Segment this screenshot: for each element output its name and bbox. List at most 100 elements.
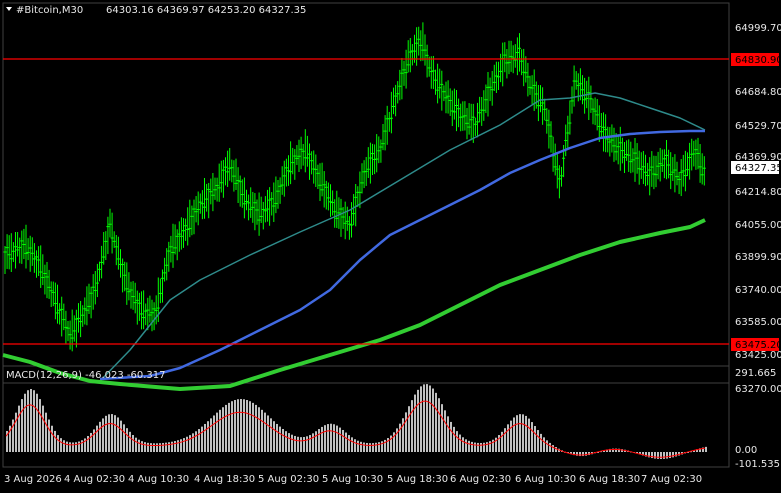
macd-bar xyxy=(153,443,155,452)
macd-bar xyxy=(405,412,407,452)
ohlc-values: 64303.16 64369.97 64253.20 64327.35 xyxy=(106,5,306,16)
macd-bar xyxy=(66,441,68,452)
macd-bar xyxy=(342,429,344,452)
time-tick: 5 Aug 18:30 xyxy=(387,474,448,485)
price-tick: 63425.00 xyxy=(735,350,781,361)
macd-bar xyxy=(264,412,266,452)
price-tick: 63270.00 xyxy=(735,384,781,395)
macd-bar xyxy=(366,442,368,452)
macd-bar xyxy=(24,393,26,452)
macd-bar xyxy=(225,404,227,452)
macd-bar xyxy=(327,424,329,452)
price-tick: 64055.00 xyxy=(735,220,781,231)
macd-bar xyxy=(63,440,65,452)
macd-bar xyxy=(456,431,458,452)
macd-bar xyxy=(525,415,527,452)
macd-bar xyxy=(540,433,542,452)
macd-bar xyxy=(438,398,440,452)
macd-bar xyxy=(105,415,107,452)
macd-bar xyxy=(144,442,146,452)
macd-bar xyxy=(291,434,293,452)
macd-bar xyxy=(471,441,473,452)
macd-bar xyxy=(411,400,413,452)
resistance-price-label: 64830.90 xyxy=(735,55,781,66)
macd-bar xyxy=(282,428,284,452)
macd-bar xyxy=(99,421,101,452)
macd-bar xyxy=(519,414,521,452)
macd-bar xyxy=(432,388,434,452)
macd-bar xyxy=(537,430,539,452)
macd-bar xyxy=(417,389,419,452)
macd-bar xyxy=(36,393,38,452)
macd-bar xyxy=(453,426,455,452)
macd-bar xyxy=(303,437,305,452)
macd-bar xyxy=(459,434,461,452)
macd-bar xyxy=(249,401,251,452)
macd-bar xyxy=(504,428,506,452)
macd-bar xyxy=(663,452,665,459)
macd-bar xyxy=(255,404,257,452)
macd-bar xyxy=(354,439,356,452)
macd-bar xyxy=(243,399,245,452)
macd-bar xyxy=(657,452,659,459)
macd-bar xyxy=(330,423,332,452)
macd-bar xyxy=(333,424,335,452)
time-tick: 4 Aug 02:30 xyxy=(64,474,125,485)
time-tick: 7 Aug 02:30 xyxy=(641,474,702,485)
macd-bar xyxy=(147,442,149,452)
macd-bar xyxy=(267,415,269,452)
macd-bar xyxy=(189,435,191,452)
chart-header[interactable]: #Bitcoin,M30 64303.16 64369.97 64253.20 … xyxy=(6,5,306,16)
macd-bar xyxy=(486,442,488,452)
macd-bar xyxy=(222,407,224,452)
macd-bar xyxy=(27,390,29,452)
macd-bar xyxy=(60,438,62,452)
macd-bar xyxy=(426,384,428,452)
macd-bar xyxy=(48,419,50,452)
macd-bar xyxy=(204,423,206,452)
macd-bar xyxy=(345,432,347,452)
macd-bar xyxy=(375,442,377,452)
macd-bar xyxy=(669,452,671,459)
macd-bar xyxy=(360,441,362,452)
macd-bar xyxy=(522,414,524,452)
macd-bar xyxy=(351,437,353,452)
macd-bar xyxy=(240,399,242,452)
macd-bar xyxy=(75,442,77,452)
macd-bar xyxy=(513,417,515,452)
macd-bar xyxy=(174,441,176,452)
macd-bar xyxy=(312,433,314,452)
macd-bar xyxy=(300,437,302,452)
price-tick: 63585.00 xyxy=(735,317,781,328)
macd-bar xyxy=(516,415,518,452)
macd-bar xyxy=(216,412,218,452)
trading-chart[interactable]: #Bitcoin,M30 64303.16 64369.97 64253.20 … xyxy=(0,0,781,489)
macd-bar xyxy=(666,452,668,459)
macd-bar xyxy=(18,405,20,452)
macd-bar xyxy=(135,437,137,452)
macd-bar xyxy=(705,446,707,452)
macd-bar xyxy=(369,443,371,452)
macd-bar xyxy=(528,418,530,452)
symbol-timeframe: #Bitcoin,M30 xyxy=(16,5,83,16)
macd-bar xyxy=(315,431,317,452)
macd-bar xyxy=(654,452,656,459)
macd-bar xyxy=(138,439,140,452)
macd-bar xyxy=(150,443,152,452)
macd-bar xyxy=(543,437,545,452)
macd-bar xyxy=(531,422,533,452)
macd-bar xyxy=(510,420,512,452)
macd-bar xyxy=(141,441,143,452)
macd-bar xyxy=(165,442,167,452)
macd-bar xyxy=(177,440,179,452)
chart-background xyxy=(0,0,781,489)
price-tick: 64529.70 xyxy=(735,121,781,132)
macd-bar xyxy=(423,384,425,452)
macd-bar xyxy=(156,443,158,452)
time-tick: 4 Aug 10:30 xyxy=(128,474,189,485)
chart-canvas[interactable]: #Bitcoin,M30 64303.16 64369.97 64253.20 … xyxy=(0,0,781,489)
macd-bar xyxy=(123,424,125,452)
macd-bar xyxy=(183,438,185,452)
macd-bar xyxy=(672,452,674,458)
macd-bar xyxy=(213,415,215,452)
